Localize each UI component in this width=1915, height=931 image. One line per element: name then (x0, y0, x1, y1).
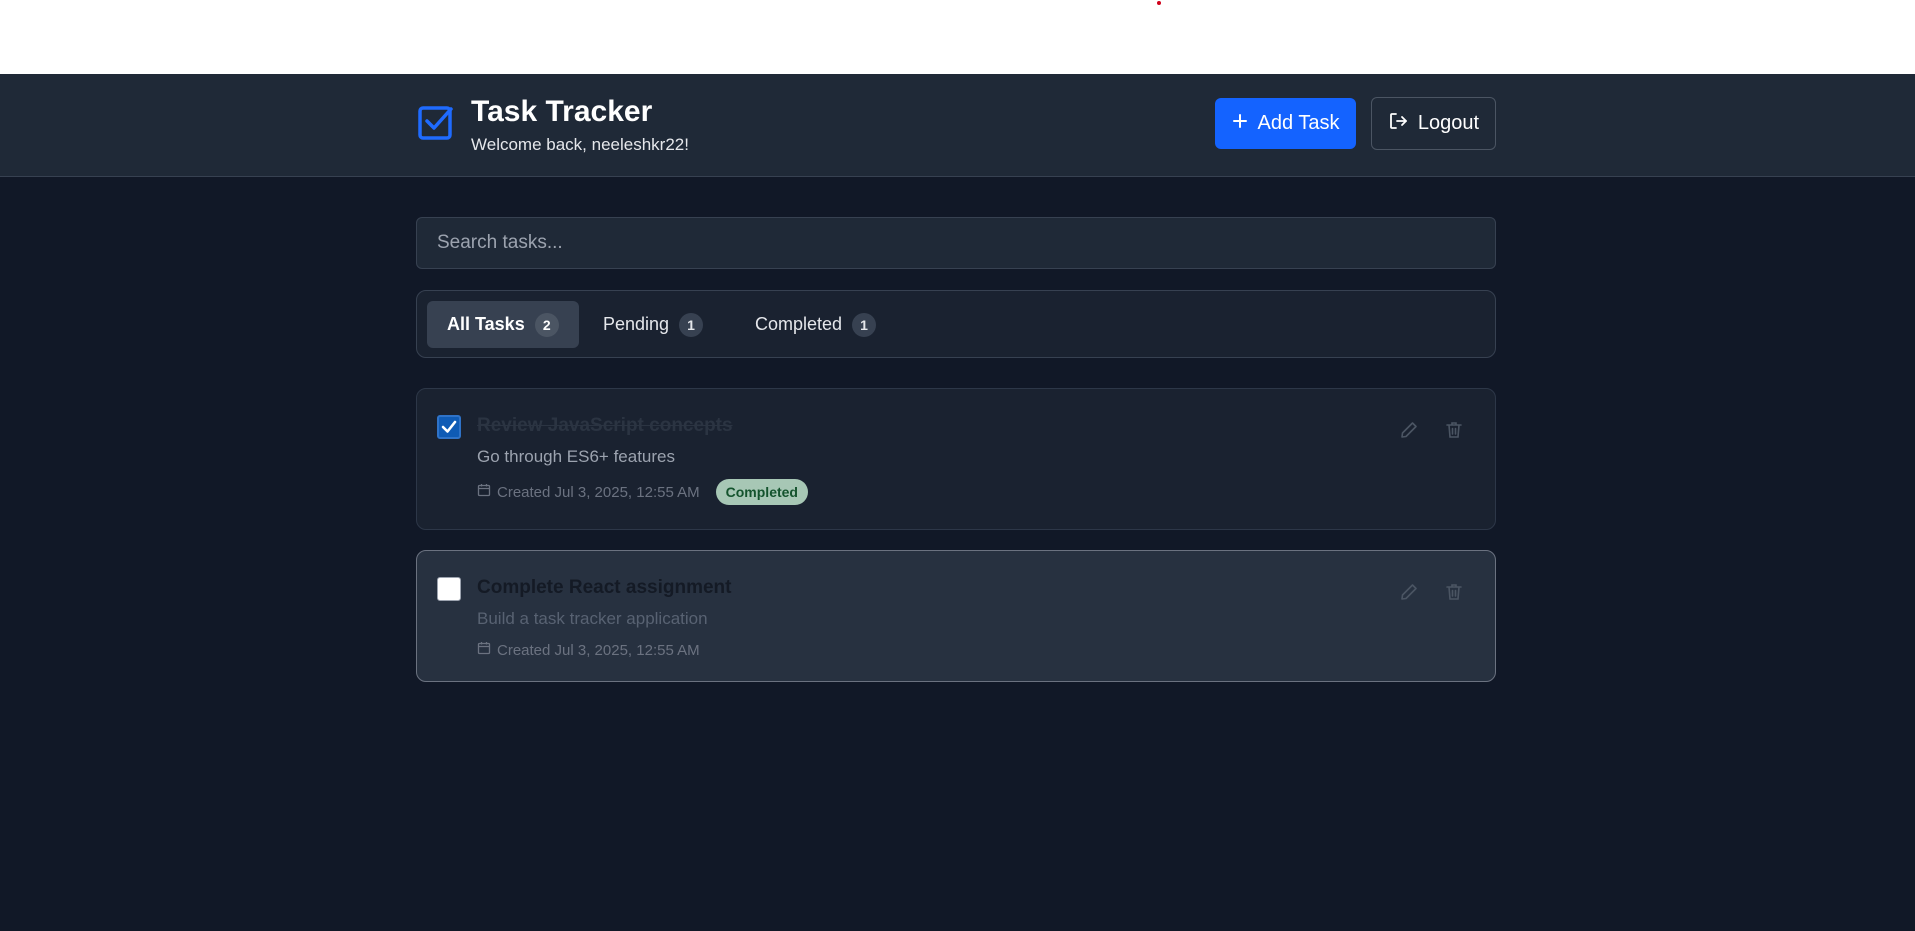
trash-icon[interactable] (1441, 579, 1467, 605)
status-badge: Completed (715, 479, 808, 505)
task-title: Complete React assignment (477, 577, 732, 598)
task-meta: Created Jul 3, 2025, 12:55 AM Completed (477, 479, 808, 505)
tab-label: Completed (755, 314, 843, 334)
red-dot-marker (1157, 1, 1161, 5)
task-checkbox[interactable] (437, 577, 461, 601)
log-out-icon (1388, 111, 1408, 137)
task-description: Build a task tracker application (477, 609, 708, 628)
task-description: Go through ES6+ features (477, 447, 675, 466)
tab-pending[interactable]: Pending 1 (583, 301, 723, 348)
task-checkbox[interactable] (437, 415, 461, 439)
task-card: Review JavaScript concepts Go through ES… (416, 388, 1496, 530)
tab-label: Pending (603, 314, 670, 334)
pencil-icon[interactable] (1396, 417, 1422, 443)
tab-count-badge: 1 (679, 312, 704, 337)
plus-icon (1232, 112, 1248, 135)
logout-label: Logout (1417, 112, 1480, 134)
logout-button[interactable]: Logout (1371, 97, 1496, 150)
trash-icon[interactable] (1441, 417, 1467, 443)
filter-tabs: All Tasks 2 Pending 1 Completed 1 (416, 290, 1496, 358)
app-header: Task Tracker Welcome back, neeleshkr22! … (0, 74, 1915, 177)
calendar-icon (477, 641, 491, 659)
created-date: Created Jul 3, 2025, 12:55 AM (497, 641, 700, 659)
welcome-message: Welcome back, neeleshkr22! (471, 135, 689, 154)
app-title: Task Tracker (471, 95, 653, 128)
browser-top-area (0, 0, 1915, 74)
tab-all-tasks[interactable]: All Tasks 2 (427, 301, 579, 348)
pencil-icon[interactable] (1396, 579, 1422, 605)
add-task-button[interactable]: Add Task (1215, 98, 1356, 149)
calendar-icon (477, 483, 491, 501)
tab-count-badge: 2 (534, 312, 559, 337)
check-square-icon (418, 104, 454, 140)
created-date: Created Jul 3, 2025, 12:55 AM (497, 483, 700, 501)
tab-count-badge: 1 (852, 312, 877, 337)
add-task-label: Add Task (1257, 112, 1340, 134)
tab-completed[interactable]: Completed 1 (735, 301, 896, 348)
search-input[interactable] (416, 217, 1496, 269)
task-title: Review JavaScript concepts (477, 415, 733, 436)
tab-label: All Tasks (447, 314, 525, 334)
task-meta: Created Jul 3, 2025, 12:55 AM (477, 641, 700, 659)
task-card: Complete React assignment Build a task t… (416, 550, 1496, 682)
